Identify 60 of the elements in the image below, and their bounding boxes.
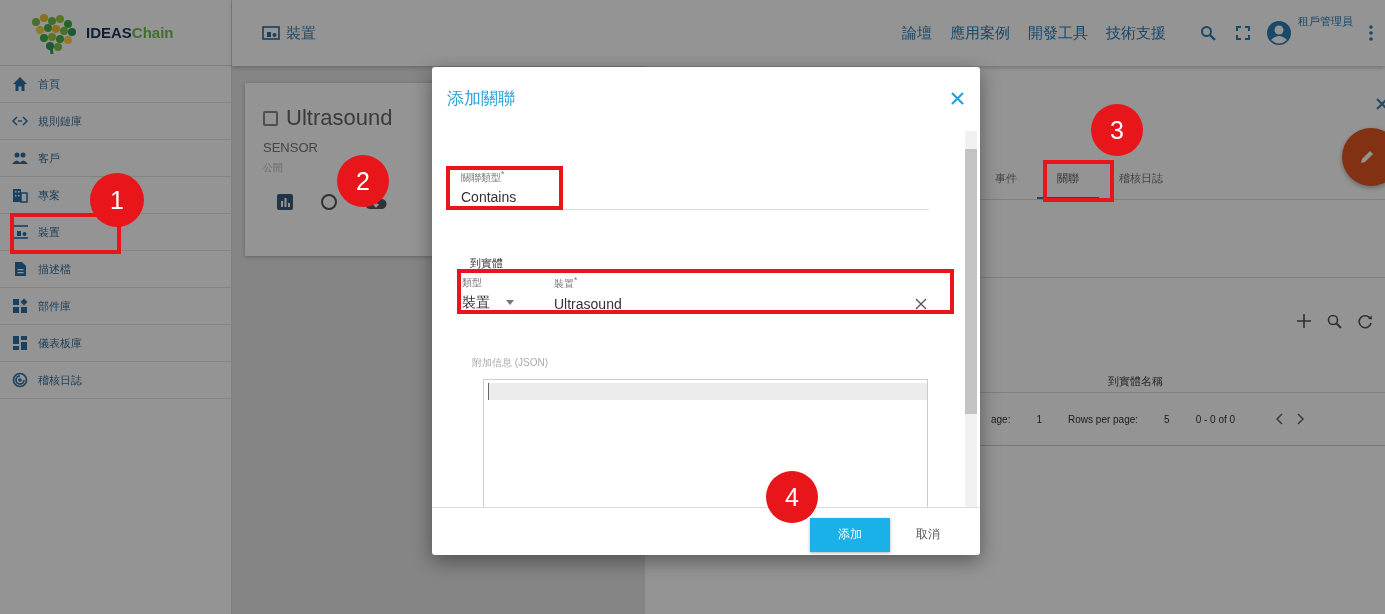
search-icon[interactable] — [1200, 25, 1216, 41]
sidebar-item[interactable]: 首頁 — [0, 66, 231, 103]
close-button[interactable] — [951, 91, 964, 105]
dashboard-icon — [12, 335, 28, 351]
home-icon — [12, 76, 28, 92]
json-editor[interactable] — [483, 378, 928, 507]
field-label: 附加信息 (JSON) — [472, 355, 550, 370]
highlight-frame — [1043, 160, 1114, 202]
close-icon — [915, 297, 927, 310]
tab[interactable]: 關聯 — [1037, 160, 1099, 199]
tab[interactable]: 稽核日誌 — [1099, 160, 1183, 199]
rows-select[interactable]: 5 — [1164, 413, 1170, 425]
sidebar-item[interactable]: 描述檔 — [0, 251, 231, 288]
nav-link[interactable]: 論壇 — [902, 23, 932, 43]
refresh-icon[interactable] — [1358, 314, 1373, 329]
checkbox[interactable] — [263, 110, 278, 126]
search-icon[interactable] — [1327, 314, 1342, 329]
dropdown-caret-icon — [506, 300, 514, 306]
sidebar-item[interactable]: 部件庫 — [0, 288, 231, 325]
people-icon — [12, 150, 28, 166]
pencil-icon — [1359, 149, 1375, 165]
close-icon[interactable] — [1376, 98, 1385, 110]
sidebar-item[interactable]: 稽核日誌 — [0, 362, 231, 399]
scrollbar[interactable] — [965, 131, 977, 507]
sidebar-item[interactable]: 儀表板庫 — [0, 325, 231, 362]
device-type: SENSOR — [263, 140, 318, 155]
building-icon — [12, 187, 28, 203]
add-button[interactable]: 添加 — [810, 517, 890, 552]
type-select[interactable]: 類型 裝置 — [462, 275, 542, 312]
spiral-icon — [12, 372, 28, 388]
section-heading: 到實體 — [470, 256, 504, 272]
logo-text: IDEASChain — [86, 24, 174, 41]
device-icon — [12, 224, 28, 240]
cancel-button[interactable]: 取消 — [908, 517, 948, 552]
add-icon[interactable] — [1297, 314, 1311, 328]
nav-link[interactable]: 技術支援 — [1106, 23, 1166, 43]
device-name: Ultrasound — [286, 105, 393, 131]
user-role: 租戶管理員 — [1298, 14, 1353, 29]
chart-icon[interactable] — [277, 194, 293, 210]
page-label: age: — [991, 413, 1011, 425]
nav-link[interactable]: 開發工具 — [1028, 23, 1088, 43]
fullscreen-icon[interactable] — [1236, 26, 1250, 40]
chevron-left-icon[interactable] — [1275, 413, 1284, 425]
dialog-title: 添加關聯 — [447, 87, 515, 110]
rows-label: Rows per page: — [1068, 413, 1139, 425]
device-icon — [262, 25, 280, 41]
chevron-right-icon[interactable] — [1297, 413, 1306, 425]
page-title: 裝置 — [286, 23, 316, 43]
sidebar-item[interactable]: 規則鏈庫 — [0, 103, 231, 140]
page-select[interactable]: 1 — [1036, 413, 1043, 425]
avatar-icon[interactable] — [1266, 20, 1292, 46]
close-icon — [951, 91, 964, 105]
edit-button[interactable] — [1342, 128, 1385, 186]
range-label: 0 - 0 of 0 — [1195, 413, 1236, 425]
ring-icon[interactable] — [320, 193, 338, 211]
more-icon[interactable] — [1369, 25, 1373, 41]
nav-link[interactable]: 應用案例 — [950, 23, 1010, 43]
column-header: 到實體名稱 — [1107, 373, 1163, 388]
widgets-icon — [12, 298, 28, 314]
document-icon — [12, 261, 28, 277]
